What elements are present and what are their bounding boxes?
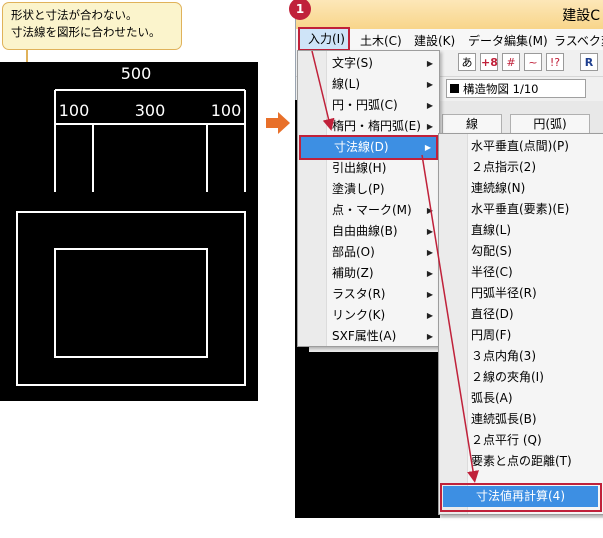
instruction-callout: 形状と寸法が合わない。 寸法線を図形に合わせたい。: [2, 2, 182, 50]
dim-text-total: 500: [121, 64, 152, 83]
window-title: 建設C: [562, 8, 600, 24]
info-tool-icon[interactable]: !?: [546, 53, 564, 71]
step-badge: 1: [289, 0, 311, 20]
tab-circle-arc[interactable]: 円(弧): [510, 114, 590, 134]
dim-text-mid: 300: [135, 101, 166, 120]
cad-drawing-panel: 500 100 300 100: [0, 62, 258, 401]
menu-raster[interactable]: ラスベク変: [554, 32, 603, 49]
title-bar: 1 建設C: [289, 0, 603, 29]
right-arrow-icon: [266, 112, 290, 134]
callout-line-2: 寸法線を図形に合わせたい。: [11, 25, 161, 39]
outer-rectangle: [16, 211, 246, 386]
curve-tool-icon[interactable]: ~: [524, 53, 542, 71]
grid-tool-icon[interactable]: #: [502, 53, 520, 71]
inner-rectangle: [54, 248, 208, 358]
cad-drawing: 500 100 300 100: [16, 64, 246, 386]
dim-text-left: 100: [59, 101, 90, 120]
raster-tool-icon[interactable]: R: [580, 53, 598, 71]
red-connector-arrows: [311, 50, 479, 483]
callout-line-1: 形状と寸法が合わない。: [11, 8, 138, 22]
dim-text-right: 100: [211, 101, 242, 120]
